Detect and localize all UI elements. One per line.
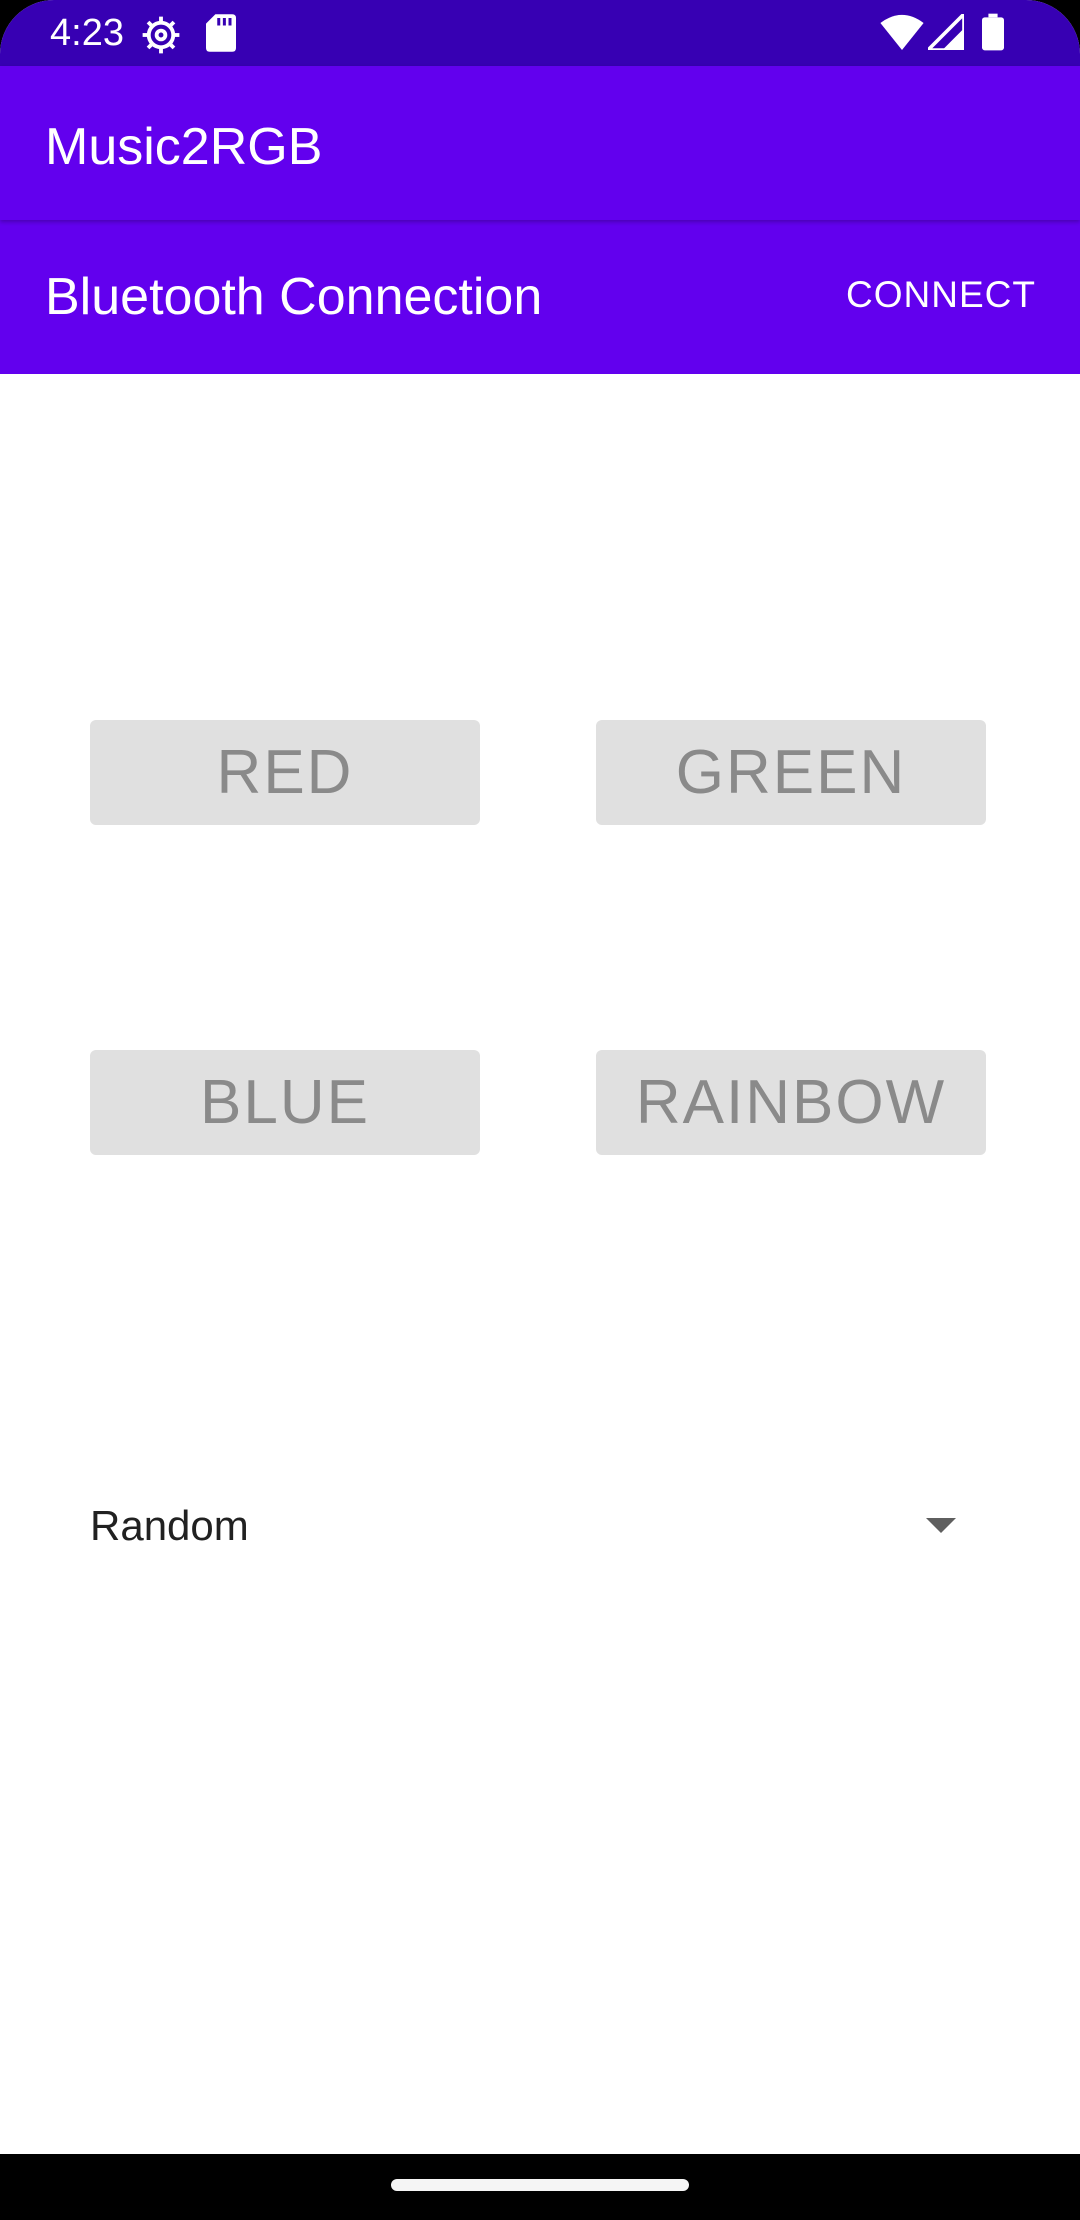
- app-bar: Music2RGB: [0, 66, 1080, 220]
- sd-card-icon: [206, 14, 236, 52]
- settings-gear-icon: [142, 16, 180, 54]
- app-screen: 4:23 Music2RGB Bluetooth Connection CONN…: [0, 0, 1080, 2220]
- cell-signal-icon: [928, 14, 964, 50]
- home-gesture-handle[interactable]: [391, 2179, 689, 2191]
- connect-button[interactable]: CONNECT: [846, 270, 1036, 320]
- status-bar: 4:23: [0, 0, 1080, 66]
- bluetooth-title: Bluetooth Connection: [45, 268, 543, 326]
- rainbow-button[interactable]: RAINBOW: [596, 1050, 986, 1155]
- mode-spinner-value: Random: [90, 1502, 249, 1549]
- navigation-bar: [0, 2154, 1080, 2220]
- bluetooth-bar: Bluetooth Connection CONNECT: [0, 220, 1080, 374]
- dropdown-arrow-icon: [926, 1518, 956, 1533]
- blue-button[interactable]: BLUE: [90, 1050, 480, 1155]
- green-button[interactable]: GREEN: [596, 720, 986, 825]
- status-time: 4:23: [50, 12, 124, 54]
- mode-spinner[interactable]: Random: [90, 1490, 990, 1566]
- battery-icon: [982, 13, 1004, 51]
- wifi-icon: [880, 14, 924, 50]
- app-title: Music2RGB: [45, 118, 323, 176]
- red-button[interactable]: RED: [90, 720, 480, 825]
